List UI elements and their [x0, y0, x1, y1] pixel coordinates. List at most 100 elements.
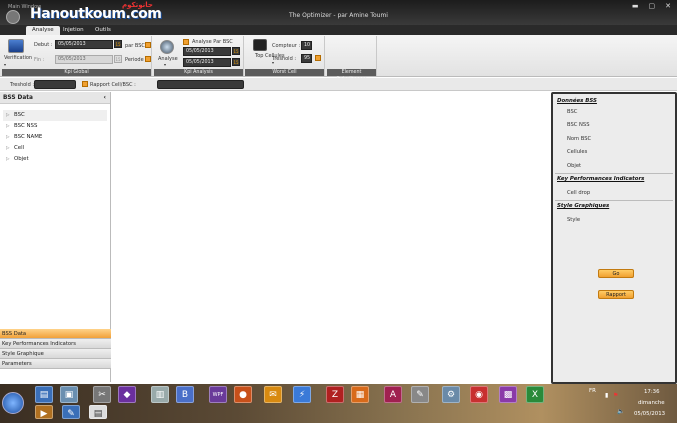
- calendar-icon[interactable]: 15: [232, 58, 240, 66]
- network-icon[interactable]: ▮: [605, 392, 608, 399]
- tree-item-label: BSC NSS: [14, 123, 38, 129]
- calendar-icon[interactable]: 15: [114, 40, 122, 48]
- treshold-checkbox[interactable]: [315, 55, 321, 61]
- accordion-parameters[interactable]: Parameters: [0, 359, 111, 369]
- filezilla-icon[interactable]: Z: [326, 386, 344, 403]
- expand-icon[interactable]: ▷: [6, 121, 14, 132]
- media-player-icon[interactable]: ▶: [35, 405, 53, 419]
- accordion: BSS Data Key Performances Indicators Sty…: [0, 329, 111, 369]
- volume-icon[interactable]: 🔈: [617, 408, 624, 415]
- minimize-icon[interactable]: ▬: [632, 2, 639, 10]
- tree-item-label: Cell: [14, 145, 25, 151]
- end-date-field[interactable]: 05/05/2013: [183, 58, 231, 67]
- tab-analyse[interactable]: Analyse: [26, 26, 60, 35]
- window-title: The Optimizer - par Amine Toumi: [289, 12, 388, 19]
- winrar-icon[interactable]: ▩: [499, 386, 517, 403]
- go-button[interactable]: Go: [598, 269, 634, 278]
- calendar-icon[interactable]: 15: [232, 47, 240, 55]
- calendar-icon[interactable]: 15: [114, 55, 122, 63]
- system-tray: FR ▮ ⚑ 🔈 17:36 dimanche 05/05/2013: [577, 384, 677, 423]
- group-element-selectionner: Element Selectionner: [327, 36, 377, 82]
- clock-time[interactable]: 17:36: [644, 389, 660, 395]
- collapse-icon[interactable]: ‹: [104, 94, 106, 101]
- tree-item-label: BSC: [14, 112, 25, 118]
- treshold-label: Treshold :: [272, 56, 297, 62]
- pen-icon[interactable]: ✎: [62, 405, 80, 419]
- verification-label: Verification: [4, 55, 33, 61]
- windows-explorer-icon[interactable]: ▣: [60, 386, 78, 403]
- visual-studio-icon[interactable]: ◆: [118, 386, 136, 403]
- flag-icon[interactable]: ⚑: [613, 392, 618, 399]
- tab-outils[interactable]: Outils: [89, 26, 117, 35]
- b-app-icon[interactable]: B: [176, 386, 194, 403]
- firefox-icon[interactable]: ●: [234, 386, 252, 403]
- panel-title: BSS Data: [3, 95, 33, 101]
- par-bsc-label: par BSC: [125, 43, 145, 49]
- folder-icon[interactable]: ▤: [35, 386, 53, 403]
- periode-label: Periode: [125, 57, 144, 63]
- start-date-field[interactable]: 05/05/2013: [183, 47, 231, 56]
- close-icon[interactable]: ✕: [665, 2, 671, 10]
- group-kpi-global: Verification ▾ Debut : 05/05/2013 15 par…: [2, 36, 152, 76]
- accordion-bss-data[interactable]: BSS Data: [0, 329, 111, 339]
- tree-item-label: BSC NAME: [14, 134, 43, 140]
- power-icon[interactable]: ⚡: [293, 386, 311, 403]
- outlook-icon[interactable]: ✉: [264, 386, 282, 403]
- verification-icon[interactable]: [8, 39, 24, 53]
- analyse-label: Analyse: [158, 56, 178, 62]
- panel-header: BSS Data ‹: [0, 92, 110, 104]
- compteur-field[interactable]: 10: [301, 41, 312, 50]
- app-window-icon[interactable]: ▤: [89, 405, 107, 419]
- ribbon: Verification ▾ Debut : 05/05/2013 15 par…: [0, 35, 677, 82]
- group-worst-cell: Top Cellules ▾ Compteur : 10 Treshold : …: [245, 36, 325, 76]
- notepad-icon[interactable]: ✎: [411, 386, 429, 403]
- chrome-icon[interactable]: ◉: [470, 386, 488, 403]
- chevron-down-icon[interactable]: ▾: [4, 62, 6, 67]
- expand-icon[interactable]: ▷: [6, 132, 14, 143]
- group-kpi-analysis: Analyse ▾ Analyse Par BSC 05/05/2013 15 …: [154, 36, 244, 76]
- excel-icon[interactable]: X: [526, 386, 544, 403]
- divider: [555, 200, 673, 201]
- wpf-icon[interactable]: WPF: [209, 386, 227, 403]
- treshold-filter-field[interactable]: [34, 80, 76, 89]
- language-indicator[interactable]: FR: [589, 388, 596, 394]
- compteur-label: Compteur :: [272, 43, 301, 49]
- tree-item[interactable]: ▷ Objet: [3, 154, 107, 165]
- treshold-field[interactable]: 95: [301, 54, 312, 63]
- analyse-icon[interactable]: [160, 40, 174, 54]
- office-icon[interactable]: ▦: [351, 386, 369, 403]
- expand-icon[interactable]: ▷: [6, 143, 14, 154]
- accordion-style-graphique[interactable]: Style Graphique: [0, 349, 111, 359]
- expand-icon[interactable]: ▷: [6, 110, 14, 121]
- tree-item[interactable]: ▷ BSC: [3, 110, 107, 121]
- document-icon[interactable]: ▥: [151, 386, 169, 403]
- field-style: Style: [567, 217, 581, 223]
- tab-injetion[interactable]: Injetion: [57, 26, 90, 35]
- rapport-checkbox[interactable]: [82, 81, 88, 87]
- settings-icon[interactable]: ⚙: [442, 386, 460, 403]
- tools-icon[interactable]: ✂: [93, 386, 111, 403]
- accordion-kpi[interactable]: Key Performances Indicators: [0, 339, 111, 349]
- field-nom-bsc: Nom BSC: [567, 136, 592, 142]
- rapport-field[interactable]: [157, 80, 244, 89]
- fin-date-field[interactable]: 05/05/2013: [55, 55, 113, 64]
- tree-item[interactable]: ▷ Cell: [3, 143, 107, 154]
- periode-checkbox[interactable]: [145, 56, 151, 62]
- debut-date-field[interactable]: 05/05/2013: [55, 40, 113, 49]
- expand-icon[interactable]: ▷: [6, 154, 14, 165]
- par-bsc-checkbox[interactable]: [145, 42, 151, 48]
- fin-label: Fin :: [34, 57, 45, 63]
- rapport-button[interactable]: Rapport: [598, 290, 634, 299]
- top-cellules-icon[interactable]: [253, 39, 267, 51]
- start-button[interactable]: [2, 392, 24, 414]
- left-panel: BSS Data ‹ ▷ BSC ▷ BSC NSS ▷ BSC NAME ▷ Cell…: [0, 92, 111, 382]
- chevron-down-icon[interactable]: ▾: [164, 62, 166, 67]
- tree-item[interactable]: ▷ BSC NSS: [3, 121, 107, 132]
- maximize-icon[interactable]: ▢: [649, 2, 656, 10]
- divider: [555, 173, 673, 174]
- tree-item[interactable]: ▷ BSC NAME: [3, 132, 107, 143]
- access-icon[interactable]: A: [384, 386, 402, 403]
- clock-day[interactable]: dimanche: [638, 400, 665, 406]
- analyse-par-bsc-checkbox[interactable]: [183, 39, 189, 45]
- clock-date[interactable]: 05/05/2013: [634, 411, 665, 417]
